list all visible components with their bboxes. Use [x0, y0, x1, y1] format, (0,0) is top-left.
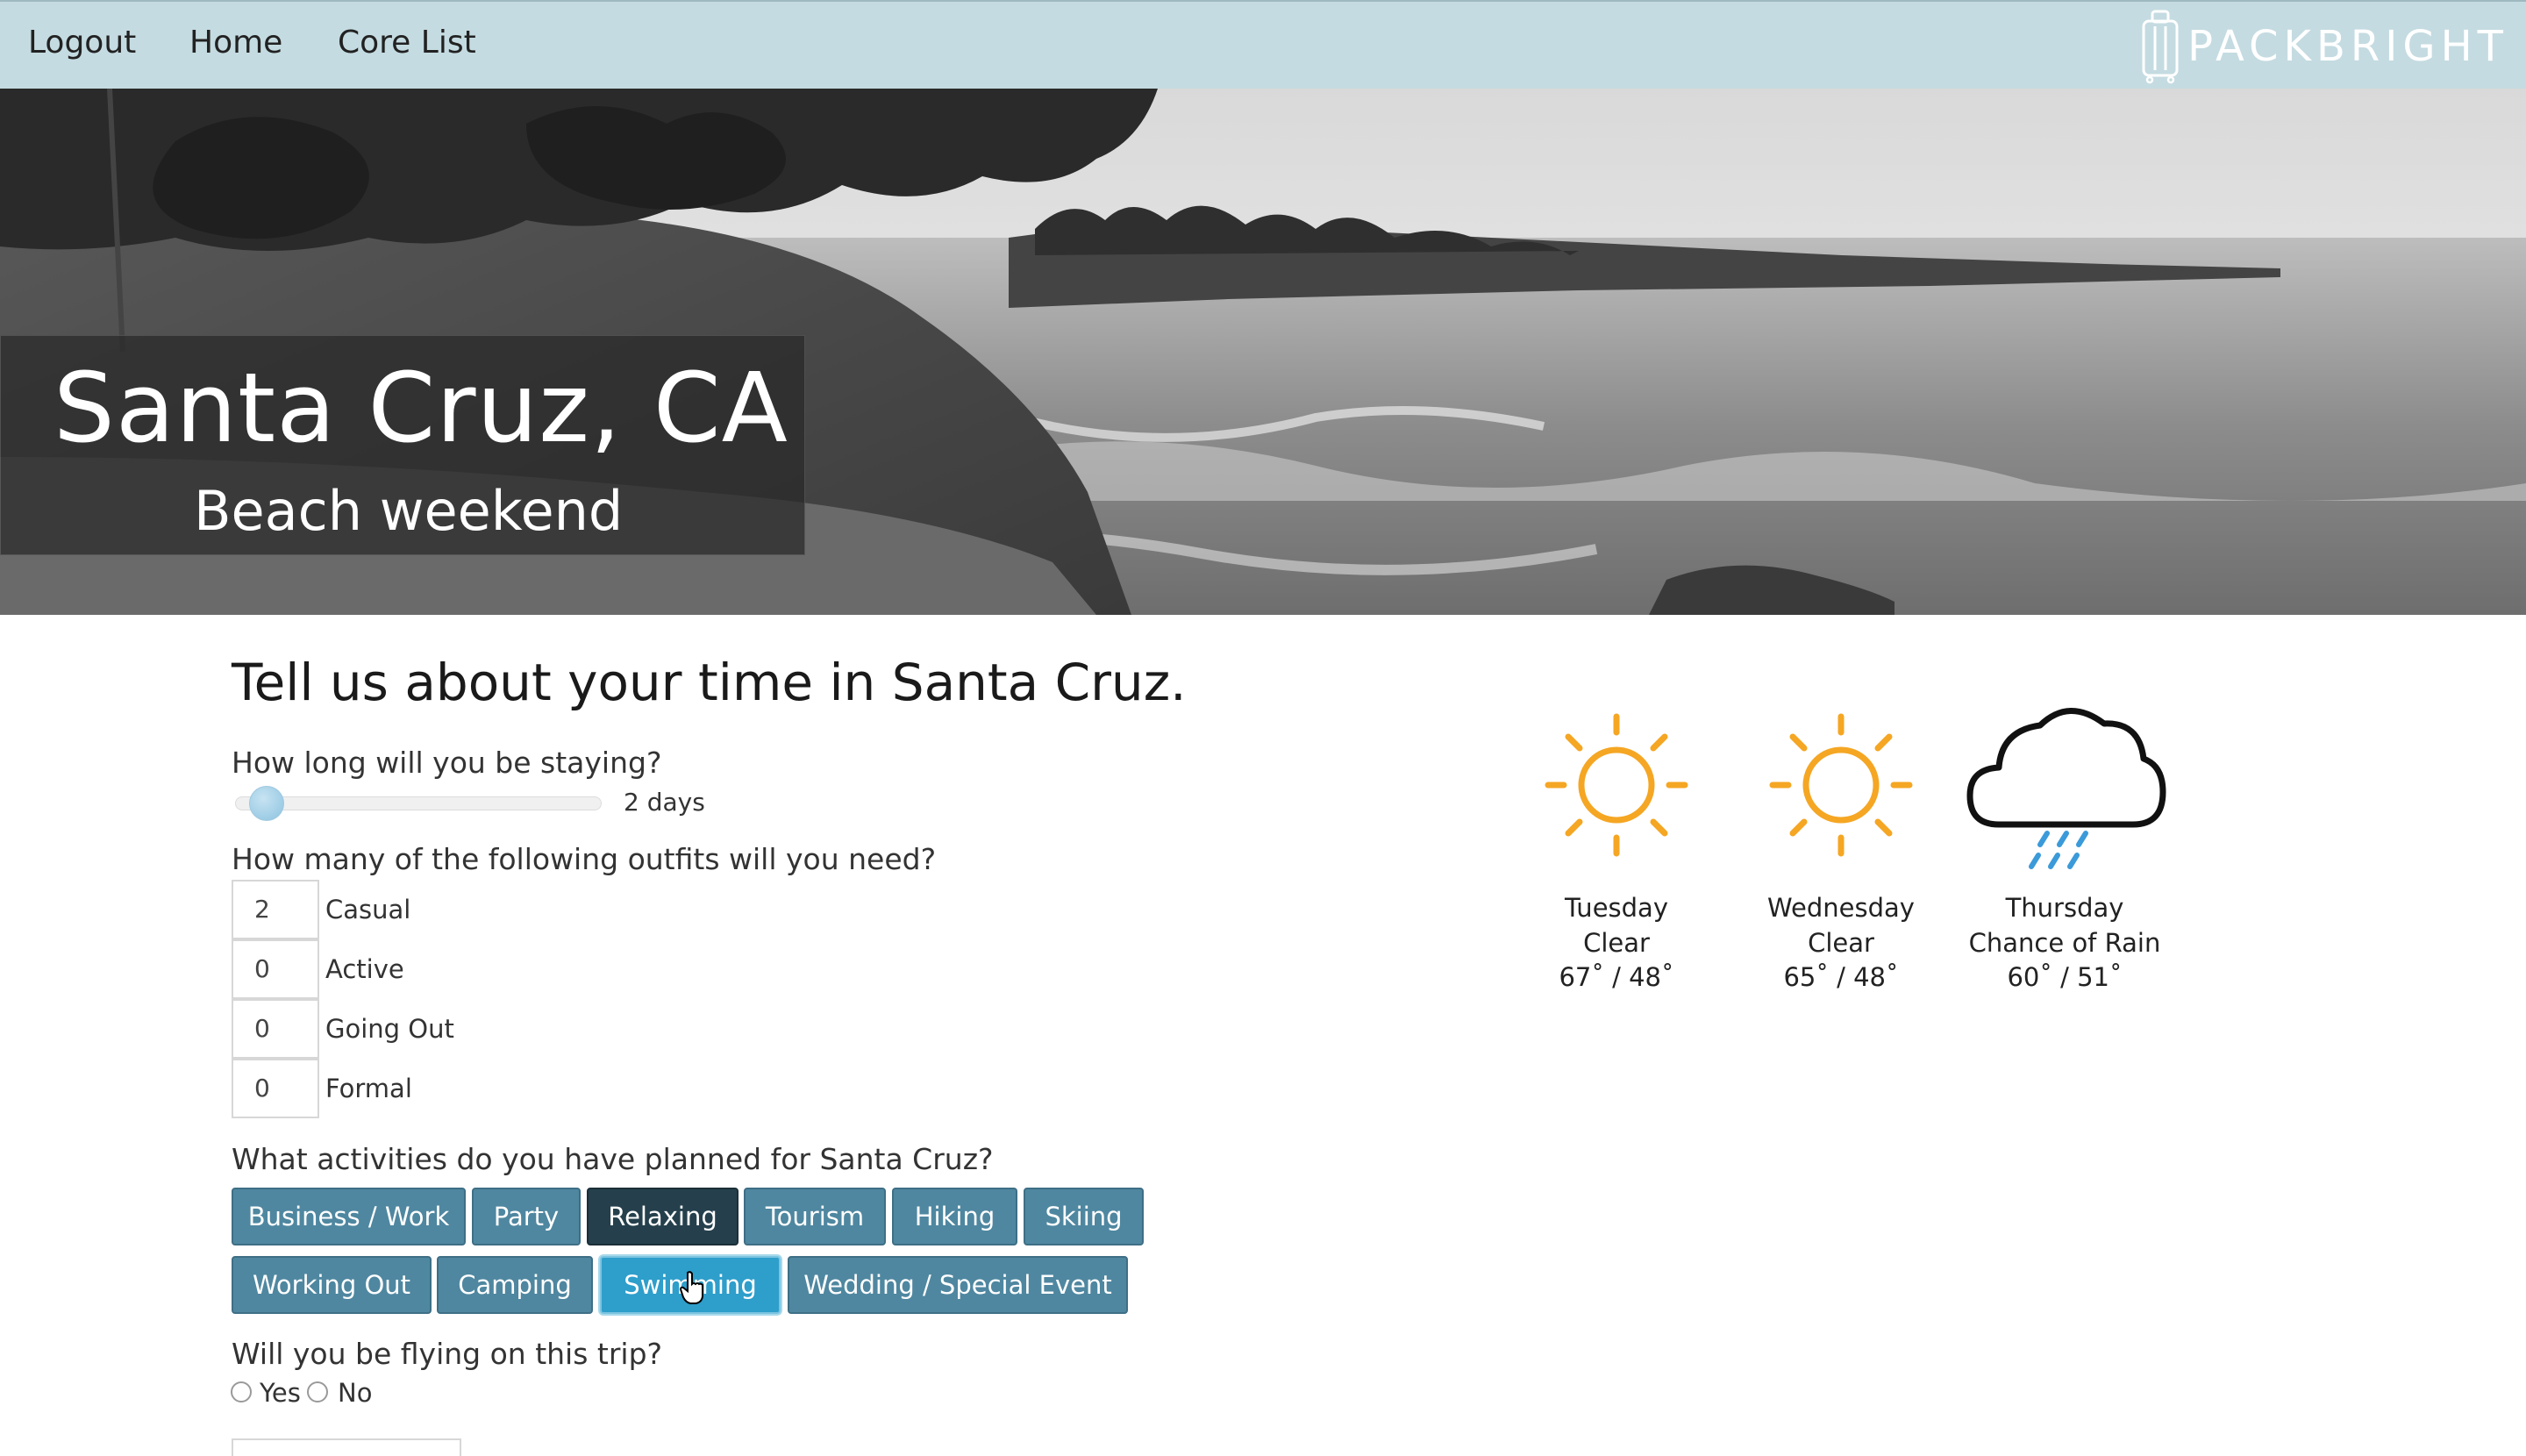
rain-cloud-icon	[1966, 708, 2166, 869]
page-heading: Tell us about your time in Santa Cruz.	[232, 653, 1187, 712]
stay-question: How long will you be staying?	[232, 746, 662, 780]
outfits-question: How many of the following outfits will y…	[232, 842, 937, 876]
weather-temps: 60˚ / 51˚	[2007, 962, 2123, 992]
core-list-link[interactable]: Core List	[338, 25, 476, 61]
going-out-outfit-input[interactable]: 0	[232, 999, 319, 1059]
home-link[interactable]: Home	[189, 25, 282, 61]
weather-condition: Chance of Rain	[1968, 928, 2161, 958]
hand-pointer-icon	[679, 1271, 703, 1304]
weather-condition: Clear	[1583, 928, 1650, 958]
activity-party-button[interactable]: Party	[472, 1188, 581, 1245]
top-navbar: Logout Home Core List PACKBRIGHT	[0, 0, 2526, 89]
flying-yes-radio[interactable]	[231, 1381, 252, 1402]
flying-yes-label: Yes	[260, 1378, 301, 1408]
sun-icon	[1545, 713, 1688, 857]
stay-slider-thumb[interactable]	[249, 786, 284, 821]
activities-question: What activities do you have planned for …	[232, 1142, 994, 1176]
weather-day-label: Tuesday	[1565, 893, 1668, 923]
destination-title: Santa Cruz, CA	[54, 352, 788, 464]
weather-condition: Clear	[1808, 928, 1874, 958]
logo-wordmark: PACKBRIGHT	[2187, 22, 2508, 71]
formal-outfit-label: Formal	[325, 1074, 412, 1103]
activity-business-work-button[interactable]: Business / Work	[232, 1188, 466, 1245]
stay-slider-track[interactable]	[235, 796, 602, 810]
weather-temps: 67˚ / 48˚	[1559, 962, 1674, 992]
active-outfit-label: Active	[325, 954, 404, 984]
flying-question: Will you be flying on this trip?	[232, 1337, 663, 1371]
activity-relaxing-button[interactable]: Relaxing	[587, 1188, 739, 1245]
weather-day-tuesday: Tuesday Clear 67˚ / 48˚	[1511, 697, 1722, 996]
stay-slider-value: 2 days	[624, 788, 705, 817]
hero-banner: Santa Cruz, CA Beach weekend	[0, 89, 2526, 615]
activity-camping-button[interactable]: Camping	[437, 1256, 593, 1314]
trip-subtitle: Beach weekend	[194, 479, 624, 543]
hero-title-box: Santa Cruz, CA Beach weekend	[0, 335, 805, 555]
activity-working-out-button[interactable]: Working Out	[232, 1256, 432, 1314]
next-button-partial[interactable]	[232, 1438, 461, 1456]
activity-hiking-button[interactable]: Hiking	[892, 1188, 1017, 1245]
weather-temps: 65˚ / 48˚	[1783, 962, 1899, 992]
weather-day-wednesday: Wednesday Clear 65˚ / 48˚	[1736, 697, 1946, 996]
weather-day-label: Thursday	[2005, 893, 2124, 923]
casual-outfit-label: Casual	[325, 895, 411, 924]
flying-no-label: No	[338, 1378, 373, 1408]
formal-outfit-input[interactable]: 0	[232, 1059, 319, 1118]
logout-link[interactable]: Logout	[28, 25, 136, 61]
sun-icon	[1769, 713, 1913, 857]
activity-tourism-button[interactable]: Tourism	[744, 1188, 886, 1245]
flying-no-radio[interactable]	[307, 1381, 328, 1402]
weather-day-label: Wednesday	[1767, 893, 1915, 923]
weather-day-thursday: Thursday Chance of Rain 60˚ / 51˚	[1959, 697, 2170, 996]
suitcase-icon	[2142, 10, 2179, 84]
activity-wedding-special-event-button[interactable]: Wedding / Special Event	[788, 1256, 1128, 1314]
active-outfit-input[interactable]: 0	[232, 939, 319, 999]
going-out-outfit-label: Going Out	[325, 1014, 454, 1044]
activity-skiing-button[interactable]: Skiing	[1024, 1188, 1144, 1245]
casual-outfit-input[interactable]: 2	[232, 880, 319, 939]
packbright-logo[interactable]: PACKBRIGHT	[2140, 9, 2508, 84]
